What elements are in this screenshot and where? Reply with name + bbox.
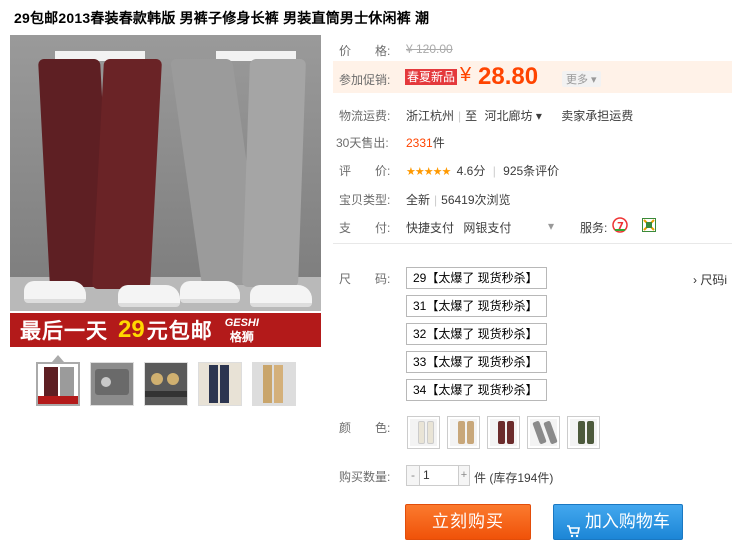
shipping-label: 物流运费: [339, 109, 391, 123]
bank-pay: 网银支付 [463, 221, 512, 235]
price-label: 价 格: [339, 44, 391, 58]
size-label: 尺 码: [339, 272, 391, 286]
promo-label: 参加促销: [339, 73, 391, 87]
color-swatch-2[interactable] [447, 416, 480, 449]
item-type-info: 全新 | 56419次浏览 [406, 193, 511, 207]
thumb-indicator [52, 355, 64, 362]
thumbnail-2[interactable] [90, 362, 134, 406]
size-option-29[interactable]: 29【太爆了 现货秒杀】 [406, 267, 547, 289]
sales-count: 2331 [406, 136, 433, 150]
size-option-34[interactable]: 34【太爆了 现货秒杀】 [406, 379, 547, 401]
cart-icon [566, 516, 581, 537]
quick-pay: 快捷支付 [406, 221, 455, 235]
sales-label: 30天售出: [336, 136, 389, 150]
reviews-link[interactable]: 925条评价 [503, 164, 559, 178]
service-label: 服务: [580, 221, 608, 235]
destination-select[interactable]: 河北廊坊 ▾ [485, 109, 542, 123]
rating-label: 评 价: [339, 164, 391, 178]
brand-logo: GESHI 格狮 [224, 317, 259, 344]
quantity-stepper: - 1 + [406, 465, 470, 486]
color-swatch-5[interactable] [567, 416, 600, 449]
item-type-label: 宝贝类型: [339, 193, 391, 207]
buy-now-button[interactable]: 立刻购买 [405, 504, 531, 540]
color-swatch-3[interactable] [487, 416, 520, 449]
size-option-32[interactable]: 32【太爆了 现货秒杀】 [406, 323, 547, 345]
thumbnail-strip [36, 362, 296, 406]
shipping-info: 浙江杭州 | 至 河北廊坊 ▾ 卖家承担运费 [406, 109, 634, 123]
thumbnail-4[interactable] [198, 362, 242, 406]
original-price: ¥ 120.00 [406, 42, 453, 56]
quantity-label: 购买数量: [339, 470, 391, 484]
section-divider [333, 243, 732, 244]
payment-label: 支 付: [339, 221, 391, 235]
currency-symbol: ¥ [460, 64, 472, 86]
more-promos-button[interactable]: 更多 ▾ [562, 71, 601, 87]
promo-banner: 最后一天 29 元包邮 GESHI 格狮 [10, 311, 321, 347]
sales-info: 2331件 [406, 136, 445, 150]
seven-day-return-icon[interactable]: 7 [612, 217, 628, 236]
product-title: 29包邮2013春装春款韩版 男裤子修身长裤 男装直筒男士休闲裤 潮 [14, 10, 430, 26]
shipping-fee: 卖家承担运费 [561, 109, 634, 123]
thumbnail-3[interactable] [144, 362, 188, 406]
color-swatch-4[interactable] [527, 416, 560, 449]
payment-methods: 快捷支付 网银支付 [406, 219, 511, 236]
size-option-31[interactable]: 31【太爆了 现货秒杀】 [406, 295, 547, 317]
color-swatch-1[interactable] [407, 416, 440, 449]
quantity-increase-button[interactable]: + [458, 466, 469, 485]
thumbnail-5[interactable] [252, 362, 296, 406]
thumbnail-1[interactable] [36, 362, 80, 406]
color-label: 颜 色: [339, 421, 391, 435]
rating-score: 4.6分 [456, 164, 486, 178]
star-rating-icon: ★★★★★ [406, 166, 451, 178]
payment-dropdown-icon[interactable]: ▾ [548, 219, 554, 233]
product-main-image[interactable]: 最后一天 29 元包邮 GESHI 格狮 [10, 35, 321, 347]
size-chart-link[interactable]: › 尺码i [693, 271, 727, 288]
stock-info: 件 (库存194件) [474, 471, 554, 485]
guarantee-icon[interactable] [642, 218, 656, 235]
quantity-decrease-button[interactable]: - [407, 466, 420, 485]
quantity-input[interactable]: 1 [423, 468, 430, 482]
promo-price: 28.80 [478, 63, 539, 90]
add-to-cart-button[interactable]: 加入购物车 [553, 504, 683, 540]
promo-tag: 春夏新品 [405, 69, 458, 85]
add-to-cart-label: 加入购物车 [584, 512, 670, 531]
size-option-33[interactable]: 33【太爆了 现货秒杀】 [406, 351, 547, 373]
rating-info: ★★★★★ 4.6分 | 925条评价 [406, 164, 560, 178]
